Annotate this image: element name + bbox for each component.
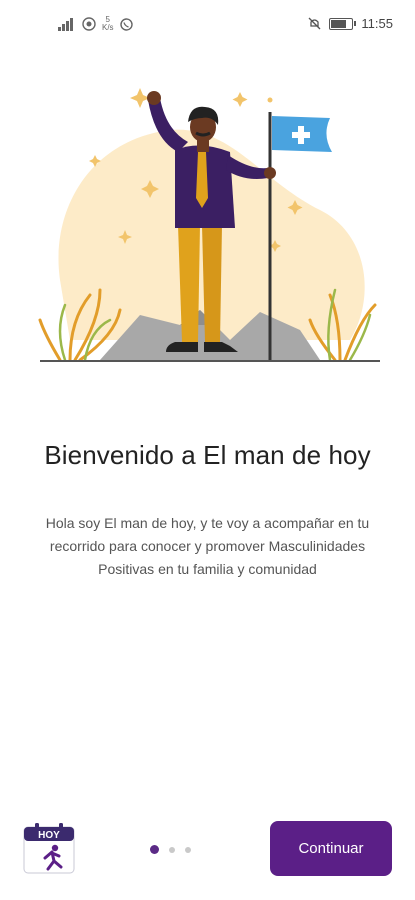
logo-label: HOY — [38, 830, 60, 841]
network-speed: 5 K/s — [102, 15, 114, 32]
continue-button[interactable]: Continuar — [270, 821, 392, 876]
welcome-title: Bienvenido a El man de hoy — [44, 440, 371, 470]
page-dot-3[interactable] — [185, 846, 191, 853]
clock: 11:55 — [361, 16, 393, 31]
status-right: 11:55 — [308, 16, 393, 31]
hero-illustration — [38, 88, 380, 362]
status-bar: 5 K/s 11:55 — [0, 0, 415, 48]
page-indicator — [150, 845, 191, 854]
mute-icon — [308, 17, 321, 30]
battery-icon — [329, 17, 357, 30]
app-logo: HOY — [23, 823, 75, 874]
wifi-icon — [82, 17, 96, 31]
signal-icon — [58, 17, 76, 31]
status-left: 5 K/s — [58, 16, 133, 32]
welcome-description: Hola soy El man de hoy, y te voy a acomp… — [45, 515, 370, 577]
page-dot-2[interactable] — [169, 846, 175, 853]
page-dot-1[interactable] — [150, 845, 159, 854]
whatsapp-icon — [119, 17, 133, 31]
